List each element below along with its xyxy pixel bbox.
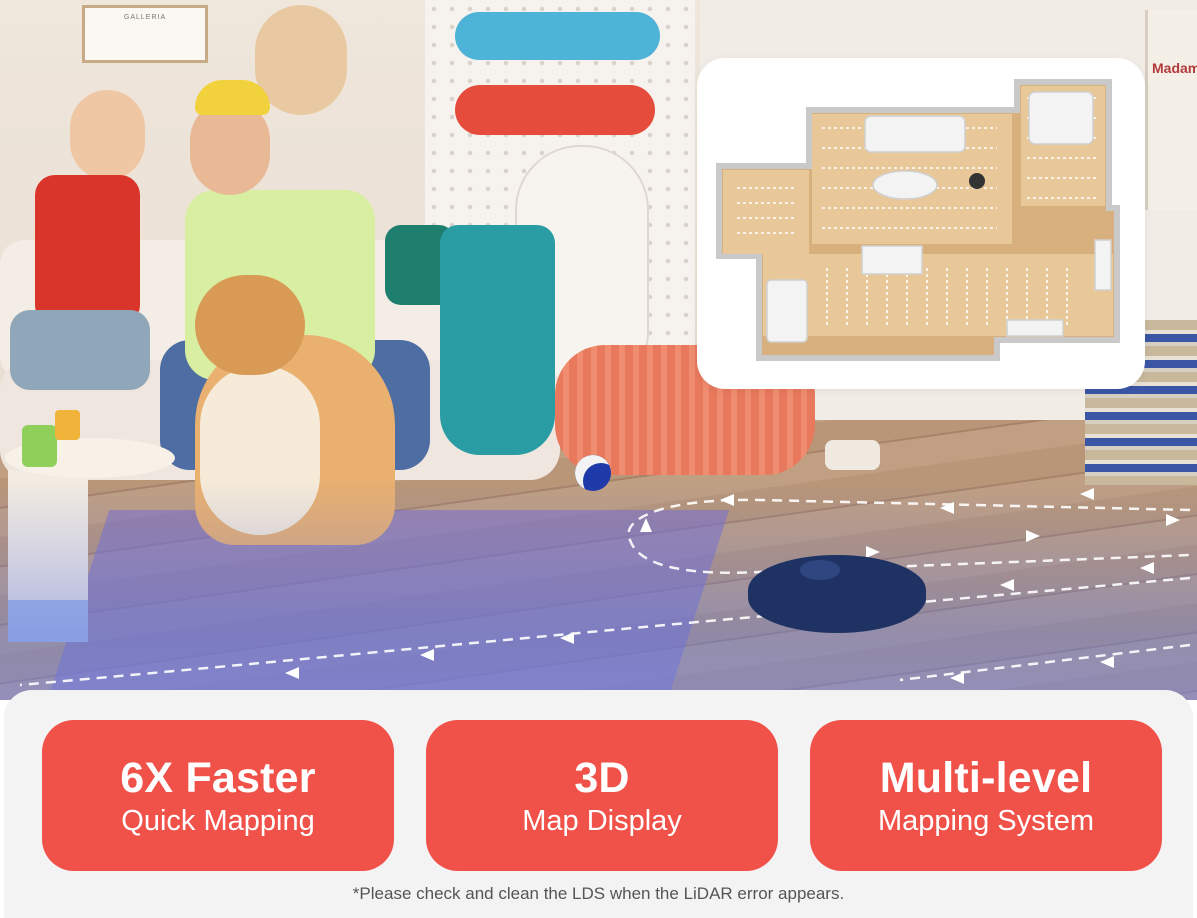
mug <box>22 425 57 467</box>
pet-bowl <box>825 440 880 470</box>
skateboard <box>455 12 660 60</box>
feature-title: Multi-level <box>879 753 1093 802</box>
skateboard <box>455 85 655 135</box>
floor-plan-3d <box>716 79 1120 361</box>
cleaning-path <box>19 488 1191 687</box>
feature-title: 6X Faster <box>120 753 316 802</box>
blanket <box>440 225 555 455</box>
lidar-sensor <box>800 560 840 580</box>
product-banner: GALLERIA Madam 6X Faster Quick Mapping 3… <box>0 0 1197 918</box>
woman <box>10 82 160 410</box>
feature-card-multi-level: Multi-level Mapping System <box>810 720 1162 871</box>
feature-subtitle: Map Display <box>522 804 682 837</box>
map-robot-marker <box>969 173 985 189</box>
feature-card-3d-map: 3D Map Display <box>426 720 778 871</box>
feature-subtitle: Mapping System <box>878 804 1094 837</box>
feature-card-quick-mapping: 6X Faster Quick Mapping <box>42 720 394 871</box>
path-arrows <box>285 488 1180 684</box>
floor-map-card <box>697 58 1145 389</box>
wall-picture-frame: GALLERIA <box>82 5 208 63</box>
feature-subtitle: Quick Mapping <box>121 804 315 837</box>
feature-title: 3D <box>574 753 630 802</box>
mug <box>55 410 80 440</box>
shelf: Madam <box>1145 10 1197 210</box>
disclaimer-footnote: *Please check and clean the LDS when the… <box>352 884 845 903</box>
